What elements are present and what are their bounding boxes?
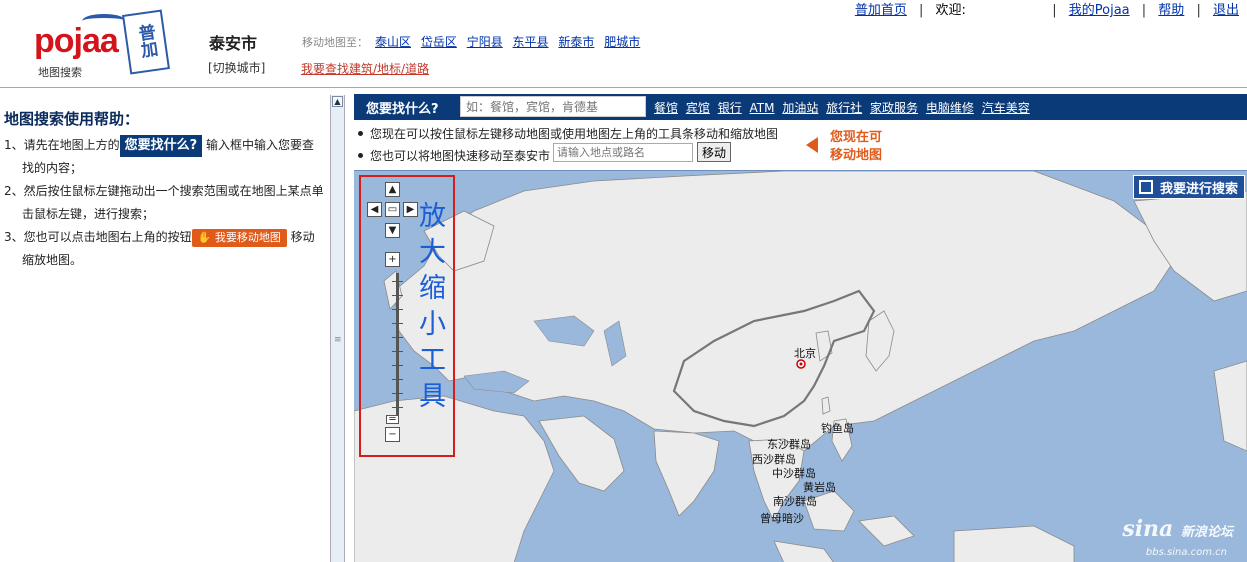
goto-label: 移动地图至： bbox=[302, 36, 368, 49]
category-link[interactable]: 家政服务 bbox=[870, 101, 918, 115]
map-label-beijing: 北京 bbox=[794, 347, 816, 360]
category-link[interactable]: 宾馆 bbox=[686, 101, 710, 115]
help-link[interactable]: 帮助 bbox=[1158, 3, 1184, 18]
header: pojaa 普加 地图搜索 泰安市 [切换城市] 移动地图至： 泰山区 岱岳区 … bbox=[0, 0, 1247, 88]
my-pojaa-link[interactable]: 我的Pojaa bbox=[1069, 3, 1130, 18]
help-step-2: 2、然后按住鼠标左键拖动出一个搜索范围或在地图上某点单 击鼠标左键，进行搜索； bbox=[4, 184, 324, 221]
zoom-tick[interactable] bbox=[392, 379, 403, 380]
district-link[interactable]: 新泰市 bbox=[558, 35, 594, 49]
help-step-1: 1、请先在地图上方的 您要找什么? 输入框中输入您要查 找的内容； bbox=[4, 134, 324, 180]
sina-watermark-url: bbs.sina.com.cn bbox=[1145, 547, 1227, 558]
zoom-tick[interactable] bbox=[392, 365, 403, 366]
goto-district-links: 泰山区 岱岳区 宁阳县 东平县 新泰市 肥城市 bbox=[375, 33, 646, 50]
map-label-diaoyu: 钓鱼岛 bbox=[821, 422, 854, 435]
current-city: 泰安市 bbox=[209, 34, 258, 53]
category-link[interactable]: 电脑维修 bbox=[926, 101, 974, 115]
map-label-zengmu: 曾母暗沙 bbox=[760, 512, 804, 525]
panel-splitter[interactable]: ▲ ≡ bbox=[330, 95, 345, 562]
district-link[interactable]: 岱岳区 bbox=[421, 35, 457, 49]
zoom-tool-highlight: ▲ ◀ ▭ ▶ ▼ + ═ − 放大缩小工具 bbox=[359, 175, 455, 457]
grip-icon[interactable]: ≡ bbox=[334, 335, 342, 345]
collapse-arrow-icon[interactable]: ▲ bbox=[332, 96, 343, 107]
zoom-tick[interactable] bbox=[392, 407, 403, 408]
category-link[interactable]: 旅行社 bbox=[826, 101, 862, 115]
logo-badge: 普加 bbox=[122, 9, 170, 75]
map-label-dongsha: 东沙群岛 bbox=[767, 438, 811, 451]
move-map-pill: ✋ 我要移动地图 bbox=[191, 229, 287, 247]
find-pill: 您要找什么? bbox=[119, 135, 203, 157]
search-input[interactable] bbox=[460, 96, 646, 117]
pan-right-button[interactable]: ▶ bbox=[403, 202, 418, 217]
nav-separator: | bbox=[919, 3, 924, 18]
zoom-in-button[interactable]: + bbox=[385, 252, 400, 267]
help-step-3: 3、您也可以点击地图右上角的按钮 ✋ 我要移动地图 移动 缩放地图。 bbox=[4, 229, 315, 267]
can-move-hint: 您现在可 移动地图 bbox=[806, 129, 882, 165]
home-link[interactable]: 普加首页 bbox=[855, 3, 907, 18]
zoom-tick[interactable] bbox=[392, 337, 403, 338]
logo-subtitle: 地图搜索 bbox=[38, 66, 82, 79]
district-link[interactable]: 宁阳县 bbox=[467, 35, 503, 49]
category-link[interactable]: 加油站 bbox=[782, 101, 818, 115]
nav-separator: | bbox=[1141, 3, 1147, 18]
bullet-icon bbox=[358, 131, 363, 136]
search-bar: 您要找什么? 餐馆 宾馆 银行 ATM 加油站 旅行社 家政服务 电脑维修 汽车… bbox=[354, 94, 1247, 120]
move-button[interactable]: 移动 bbox=[697, 142, 731, 162]
info-line-2: 您也可以将地图快速移动至泰安市 bbox=[358, 147, 550, 164]
search-label: 您要找什么? bbox=[366, 102, 439, 117]
zoom-tool-annotation: 放大缩小工具 bbox=[419, 201, 446, 412]
pan-center-button[interactable]: ▭ bbox=[385, 202, 400, 217]
district-link[interactable]: 东平县 bbox=[513, 35, 549, 49]
zoom-tick[interactable] bbox=[392, 351, 403, 352]
district-link[interactable]: 肥城市 bbox=[604, 35, 640, 49]
category-link[interactable]: 银行 bbox=[718, 101, 742, 115]
zoom-tick[interactable] bbox=[392, 309, 403, 310]
top-nav: 普加首页 | 欢迎: | 我的Pojaa | 帮助 | 退出 bbox=[855, 0, 1239, 18]
category-link[interactable]: 餐馆 bbox=[654, 101, 678, 115]
district-link[interactable]: 泰山区 bbox=[375, 35, 411, 49]
arrow-left-icon bbox=[806, 137, 818, 153]
help-panel: 地图搜索使用帮助： 1、请先在地图上方的 您要找什么? 输入框中输入您要查 找的内… bbox=[0, 96, 328, 562]
map-canvas[interactable]: 北京 钓鱼岛 东沙群岛 西沙群岛 中沙群岛 黄岩岛 南沙群岛 曾母暗沙 ▲ ◀ … bbox=[354, 170, 1247, 562]
pan-left-button[interactable]: ◀ bbox=[367, 202, 382, 217]
zoom-slider-handle[interactable]: ═ bbox=[386, 415, 399, 425]
zoom-tick[interactable] bbox=[392, 393, 403, 394]
logo-word: pojaa bbox=[34, 22, 119, 60]
category-link[interactable]: 汽车美容 bbox=[982, 101, 1030, 115]
zoom-out-button[interactable]: − bbox=[385, 427, 400, 442]
zoom-tick[interactable] bbox=[392, 295, 403, 296]
pan-down-button[interactable]: ▼ bbox=[385, 223, 400, 238]
bullet-icon bbox=[358, 153, 363, 158]
start-search-button[interactable]: 我要进行搜索 bbox=[1132, 175, 1245, 199]
sina-watermark: sina 新浪论坛 bbox=[1122, 516, 1233, 542]
help-title: 地图搜索使用帮助： bbox=[4, 110, 140, 128]
switch-city-link[interactable]: [切换城市] bbox=[208, 59, 265, 76]
select-cursor-icon bbox=[1138, 180, 1153, 194]
zoom-tick[interactable] bbox=[392, 323, 403, 324]
logout-link[interactable]: 退出 bbox=[1213, 3, 1239, 18]
pojaa-logo[interactable]: pojaa 普加 地图搜索 bbox=[28, 8, 170, 80]
find-building-link[interactable]: 我要查找建筑/地标/道路 bbox=[301, 60, 429, 77]
nav-separator: | bbox=[1196, 3, 1201, 18]
map-label-nansha: 南沙群岛 bbox=[773, 495, 817, 508]
nav-separator: | bbox=[1052, 3, 1057, 18]
zoom-tick[interactable] bbox=[392, 281, 403, 282]
welcome-text: 欢迎: bbox=[935, 3, 966, 18]
place-input[interactable] bbox=[553, 143, 693, 162]
info-line-1: 您现在可以按住鼠标左键移动地图或使用地图左上角的工具条移动和缩放地图 bbox=[358, 125, 778, 142]
category-link[interactable]: ATM bbox=[750, 101, 775, 115]
category-links: 餐馆 宾馆 银行 ATM 加油站 旅行社 家政服务 电脑维修 汽车美容 bbox=[654, 99, 1034, 116]
pan-up-button[interactable]: ▲ bbox=[385, 182, 400, 197]
